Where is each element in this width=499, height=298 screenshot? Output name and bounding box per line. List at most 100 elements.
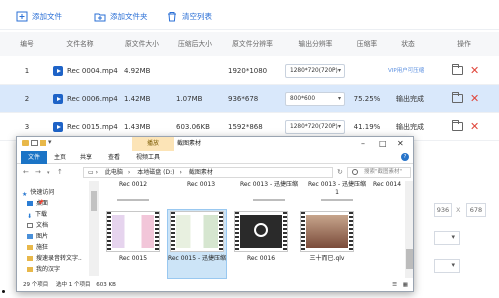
refresh-icon[interactable]: ↻ [337, 168, 343, 176]
delete-icon[interactable]: ✕ [470, 92, 479, 106]
nav-label: 搜速录音转文字.. [36, 255, 82, 262]
nav-item-pictures[interactable]: 图片 [27, 232, 48, 241]
chevron-down-icon: ▾ [337, 67, 341, 74]
row-filename: Rec 0004.mp4 [67, 67, 118, 75]
resolution-height-input[interactable]: 678 [466, 203, 486, 217]
file-item[interactable]: Rec 0013 - 迅捷压缩1 [307, 181, 367, 197]
open-folder-icon[interactable] [452, 120, 463, 131]
video-play-icon [53, 94, 63, 104]
address-bar-row: ← → ▾ ↑ ▭ › 此电脑 › 本地磁盘 (D:) › 截图素材 ↻ 搜索"截图… [17, 165, 413, 180]
add-file-button[interactable]: 添加文件 [16, 9, 62, 23]
breadcrumb-separator: › [179, 169, 182, 176]
table-row[interactable]: 1 Rec 0004.mp4 4.92MB 1920*1080 1280*720… [0, 57, 499, 85]
output-resolution-select[interactable]: 1280*720(720P) ▾ [285, 120, 345, 134]
output-resolution-select[interactable]: 1280*720(720P) ▾ [285, 64, 345, 78]
output-resolution-value: 1280*720(720P) [290, 124, 338, 130]
video-thumbnail[interactable] [106, 211, 160, 252]
recent-chevron-icon[interactable]: ▾ [47, 170, 50, 176]
file-item[interactable]: Rec 0012 [103, 181, 163, 189]
bullet-dot [2, 290, 5, 293]
star-icon: ★ [22, 191, 28, 198]
breadcrumb-folder[interactable]: 截图素材 [189, 169, 213, 176]
nav-scrollbar[interactable] [89, 181, 99, 276]
open-folder-icon[interactable] [452, 92, 463, 103]
file-name: 三十而已.qlv [309, 255, 345, 262]
status-bar: 29 个项目 选中 1 个项目 603 KB ☰ ▦ [17, 279, 413, 291]
video-thumbnail[interactable] [300, 211, 354, 252]
file-item[interactable]: Rec 0013 [171, 181, 231, 189]
tab-view[interactable]: 查看 [101, 151, 127, 164]
nav-quick-access[interactable]: ★ 快速访问 [22, 188, 54, 198]
delete-icon[interactable]: ✕ [470, 64, 479, 78]
pin-icon: 📌 [37, 200, 45, 206]
quick-access-toolbar-chevron-icon[interactable]: ▾ [48, 138, 52, 146]
row-orig-res: 936*678 [228, 95, 259, 103]
back-arrow-icon[interactable]: ← [23, 168, 29, 176]
delete-icon[interactable]: ✕ [470, 120, 479, 134]
add-folder-icon [94, 13, 106, 21]
file-item[interactable]: Rec 0014 [367, 181, 407, 189]
nav-label: 施狂 [36, 244, 49, 251]
setting-dropdown[interactable] [434, 231, 460, 245]
tab-video-tools[interactable]: 视频工具 [129, 151, 167, 164]
new-folder-icon[interactable] [40, 140, 46, 146]
video-thumbnail[interactable] [170, 211, 224, 252]
up-arrow-icon[interactable]: ↑ [57, 168, 63, 176]
open-folder-icon[interactable] [452, 64, 463, 75]
ribbon-tabs: 文件 主页 共享 查看 视频工具 ? [17, 151, 413, 164]
add-folder-button[interactable]: 添加文件夹 [94, 9, 148, 23]
breadcrumb-this-pc[interactable]: 此电脑 [105, 169, 123, 176]
play-context-tab[interactable]: 播放 [132, 137, 174, 151]
output-resolution-select[interactable]: 800*600 ▾ [285, 92, 345, 106]
clear-list-button[interactable]: 清空列表 [166, 9, 212, 23]
row-status: 输出完成 [396, 95, 424, 103]
file-explorer-window: ▾ 播放 截图素材 – □ ✕ 文件 主页 共享 查看 视频工具 ? ← → ▾… [16, 136, 414, 292]
close-icon[interactable]: ✕ [397, 137, 404, 150]
explorer-titlebar: ▾ 播放 截图素材 – □ ✕ [17, 137, 413, 151]
nav-item-downloads[interactable]: ⬇ 下载 [27, 210, 47, 220]
col-orig-size: 原文件大小 [125, 40, 159, 48]
tab-share[interactable]: 共享 [73, 151, 99, 164]
nav-label: 图片 [36, 233, 49, 240]
forward-arrow-icon[interactable]: → [35, 168, 41, 176]
row-status[interactable]: VIP用户可压缩 [388, 57, 436, 85]
add-folder-label: 添加文件夹 [110, 11, 148, 21]
large-icons-view-icon[interactable]: ▦ [403, 279, 408, 291]
table-row-selected[interactable]: 2 Rec 0006.mp4 1.42MB 1.07MB 936*678 800… [0, 85, 499, 113]
scroll-thumb[interactable] [91, 191, 97, 211]
selected-count: 选中 1 个项目 [56, 282, 91, 288]
tab-file[interactable]: 文件 [21, 151, 48, 164]
row-number: 1 [24, 67, 30, 75]
row-number: 2 [24, 95, 30, 103]
content-scrollbar[interactable] [405, 181, 413, 278]
setting-dropdown[interactable] [434, 259, 460, 273]
col-out-res: 输出分辨率 [298, 40, 333, 48]
address-input[interactable]: ▭ › 此电脑 › 本地磁盘 (D:) › 截图素材 [83, 167, 333, 178]
help-icon[interactable]: ? [401, 153, 409, 161]
search-input[interactable]: 搜索"截图素材" [347, 167, 411, 178]
thumbnail-bar [321, 199, 353, 201]
scroll-thumb[interactable] [406, 249, 413, 269]
nav-item-folder[interactable]: 搜速录音转文字.. [27, 254, 82, 263]
minimize-icon[interactable]: – [361, 137, 365, 150]
nav-item-documents[interactable]: 文档 [27, 221, 48, 230]
file-name: Rec 0016 [246, 255, 276, 262]
details-view-icon[interactable]: ☰ [392, 279, 397, 291]
properties-icon[interactable] [31, 140, 38, 146]
resolution-width-input[interactable]: 936 [434, 203, 452, 217]
tab-home[interactable]: 主页 [47, 151, 73, 164]
video-play-icon [53, 66, 63, 76]
col-number: 编号 [20, 40, 34, 48]
video-thumbnail[interactable] [234, 211, 288, 252]
nav-item-desktop[interactable]: 桌面 📌 [27, 199, 48, 208]
maximize-icon[interactable]: □ [379, 137, 387, 150]
nav-item-folder[interactable]: 施狂 [27, 243, 48, 252]
nav-label: 文档 [36, 222, 49, 229]
file-list: Rec 0012 Rec 0013 Rec 0013 - 迅捷压缩 Rec 00… [103, 181, 403, 279]
row-filename: Rec 0006.mp4 [67, 95, 118, 103]
file-item[interactable]: Rec 0013 - 迅捷压缩 [239, 181, 299, 189]
add-file-label: 添加文件 [32, 11, 62, 21]
nav-item-folder[interactable]: 我的汉字 [27, 265, 60, 274]
breadcrumb-drive[interactable]: 本地磁盘 (D:) [137, 169, 174, 176]
col-ratio: 压缩率 [356, 40, 378, 48]
